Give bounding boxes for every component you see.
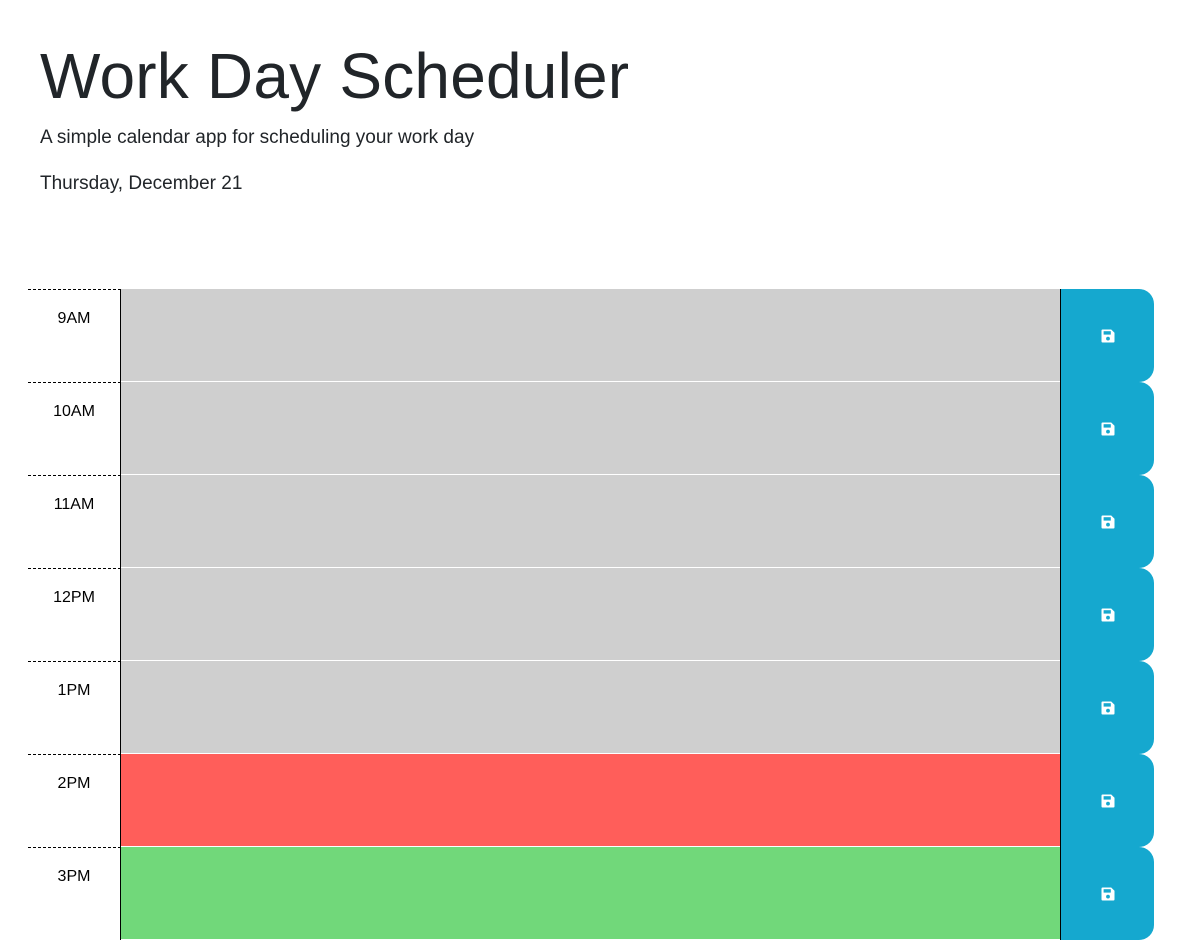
hour-label: 12PM bbox=[28, 568, 121, 661]
hour-label: 11AM bbox=[28, 475, 121, 568]
hour-label: 3PM bbox=[28, 847, 121, 940]
save-button[interactable] bbox=[1060, 289, 1154, 382]
event-description-input[interactable] bbox=[121, 754, 1060, 847]
time-block: 12PM bbox=[28, 568, 1154, 661]
save-button[interactable] bbox=[1060, 382, 1154, 475]
save-button[interactable] bbox=[1060, 661, 1154, 754]
event-description-input[interactable] bbox=[121, 382, 1060, 475]
save-button[interactable] bbox=[1060, 568, 1154, 661]
save-button[interactable] bbox=[1060, 847, 1154, 940]
floppy-disk-icon bbox=[1101, 794, 1115, 808]
page-title: Work Day Scheduler bbox=[40, 40, 630, 112]
floppy-disk-icon bbox=[1101, 329, 1115, 343]
floppy-disk-icon bbox=[1101, 515, 1115, 529]
hour-label: 1PM bbox=[28, 661, 121, 754]
event-description-input[interactable] bbox=[121, 847, 1060, 940]
hour-label: 2PM bbox=[28, 754, 121, 847]
timeblock-list: 9AM 10AM 11AM 12PM 1PM 2PM 3PM bbox=[28, 289, 1154, 940]
floppy-disk-icon bbox=[1101, 422, 1115, 436]
floppy-disk-icon bbox=[1101, 887, 1115, 901]
floppy-disk-icon bbox=[1101, 608, 1115, 622]
time-block: 3PM bbox=[28, 847, 1154, 940]
event-description-input[interactable] bbox=[121, 568, 1060, 661]
event-description-input[interactable] bbox=[121, 289, 1060, 382]
time-block: 2PM bbox=[28, 754, 1154, 847]
event-description-input[interactable] bbox=[121, 661, 1060, 754]
time-block: 10AM bbox=[28, 382, 1154, 475]
floppy-disk-icon bbox=[1101, 701, 1115, 715]
page-subtitle: A simple calendar app for scheduling you… bbox=[40, 127, 475, 148]
time-block: 11AM bbox=[28, 475, 1154, 568]
hour-label: 10AM bbox=[28, 382, 121, 475]
save-button[interactable] bbox=[1060, 754, 1154, 847]
current-day: Thursday, December 21 bbox=[40, 173, 243, 194]
hour-label: 9AM bbox=[28, 289, 121, 382]
event-description-input[interactable] bbox=[121, 475, 1060, 568]
save-button[interactable] bbox=[1060, 475, 1154, 568]
time-block: 1PM bbox=[28, 661, 1154, 754]
time-block: 9AM bbox=[28, 289, 1154, 382]
